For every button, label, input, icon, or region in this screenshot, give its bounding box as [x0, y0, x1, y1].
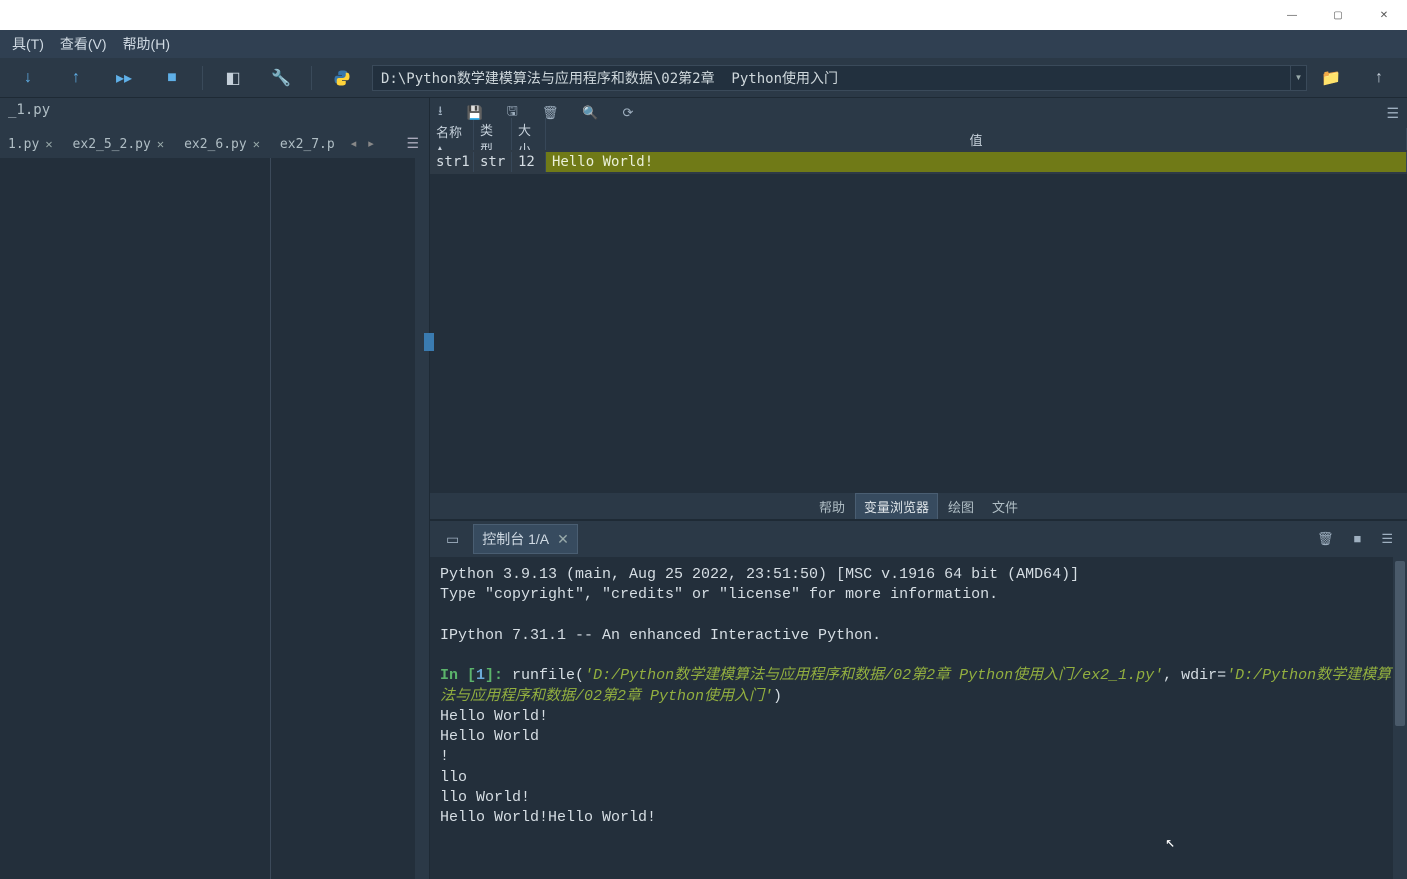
variable-explorer-table: 名称▴ 类型 大小 值 str1 str 12 Hello World! — [430, 128, 1407, 493]
continue-icon[interactable]: ▸▸ — [100, 61, 148, 95]
variable-row[interactable]: str1 str 12 Hello World! — [430, 150, 1407, 174]
menu-tools[interactable]: 具(T) — [4, 30, 52, 58]
variable-toolbar: ⭳ 💾 🖫 🗑 🔍 ⟳ ☰ — [430, 98, 1407, 128]
right-pane-tabs: 帮助 变量浏览器 绘图 文件 — [430, 493, 1407, 519]
variable-name: str1 — [430, 152, 474, 172]
path-dropdown[interactable]: ▼ — [1291, 65, 1307, 91]
col-header-value[interactable]: 值 — [546, 128, 1407, 151]
tab-scroll-right-icon[interactable]: ▸ — [364, 137, 378, 150]
editor-scrollbar[interactable] — [415, 158, 429, 879]
tab-files[interactable]: 文件 — [984, 494, 1026, 519]
main-area: _1.py 1.py ✕ ex2_5_2.py ✕ ex2_6.py ✕ ex2… — [0, 98, 1407, 879]
console-scrollbar[interactable] — [1393, 557, 1407, 879]
main-toolbar: ↓ ↑ ▸▸ ■ ◧ 🔧 ▼ 📁 ↑ — [0, 58, 1407, 98]
scrollbar-thumb[interactable] — [1395, 561, 1405, 726]
console-line: IPython 7.31.1 -- An enhanced Interactiv… — [440, 626, 1397, 646]
search-icon[interactable]: 🔍 — [582, 105, 598, 121]
console-line: Type "copyright", "credits" or "license"… — [440, 585, 1397, 605]
window-maximize-button[interactable]: ▢ — [1315, 0, 1361, 30]
right-pane: ⭳ 💾 🖫 🗑 🔍 ⟳ ☰ 名称▴ 类型 大小 值 str1 str 12 He… — [430, 98, 1407, 879]
console-line: Hello World!Hello World! — [440, 808, 1397, 828]
close-icon[interactable]: ✕ — [157, 137, 164, 151]
wrench-icon[interactable]: 🔧 — [257, 61, 305, 95]
stop-icon[interactable]: ■ — [148, 61, 196, 95]
editor-tab-label: 1.py — [8, 137, 39, 152]
editor-tab-label: ex2_5_2.py — [73, 137, 151, 152]
editor-menu-icon[interactable]: ☰ — [402, 131, 423, 156]
close-icon[interactable]: ✕ — [253, 137, 260, 151]
editor-filename-label: _1.py — [0, 98, 429, 128]
editor-tab[interactable]: ex2_6.py ✕ — [176, 131, 268, 156]
variable-value: Hello World! — [546, 152, 1407, 172]
run-command-mid: , wdir= — [1163, 667, 1226, 684]
console-line: ! — [440, 747, 1397, 767]
console-input-line: In [1]: runfile('D:/Python数学建模算法与应用程序和数据… — [440, 666, 1397, 707]
parent-folder-icon[interactable]: ↑ — [1355, 61, 1403, 95]
working-directory-input[interactable] — [372, 65, 1291, 91]
close-icon[interactable]: ✕ — [557, 531, 569, 548]
menu-help[interactable]: 帮助(H) — [115, 30, 178, 58]
editor-tab[interactable]: ex2_7.p — [272, 131, 343, 156]
editor-content[interactable] — [0, 158, 429, 879]
step-out-icon[interactable]: ↑ — [52, 61, 100, 95]
tab-scroll-left-icon[interactable]: ◂ — [347, 137, 361, 150]
variable-menu-icon[interactable]: ☰ — [1386, 105, 1399, 122]
pane-splitter-handle[interactable] — [424, 333, 434, 351]
prompt-close: ]: — [485, 667, 512, 684]
editor-tab-label: ex2_7.p — [280, 137, 335, 152]
console-line: llo — [440, 768, 1397, 788]
console-tab[interactable]: 控制台 1/A ✕ — [473, 524, 578, 554]
layout-icon[interactable]: ◧ — [209, 61, 257, 95]
prompt-in: In [ — [440, 667, 476, 684]
tab-help[interactable]: 帮助 — [811, 494, 853, 519]
step-into-icon[interactable]: ↓ — [4, 61, 52, 95]
console-section: ▭ 控制台 1/A ✕ 🗑 ■ ☰ Python 3.9.13 (main, A… — [430, 519, 1407, 879]
menu-view[interactable]: 查看(V) — [52, 30, 115, 58]
editor-tab[interactable]: ex2_5_2.py ✕ — [65, 131, 173, 156]
variable-size: 12 — [512, 152, 546, 172]
open-folder-icon[interactable]: 📁 — [1307, 61, 1355, 95]
run-command-pre: runfile( — [512, 667, 584, 684]
toolbar-separator — [311, 66, 312, 90]
console-menu-icon[interactable]: ☰ — [1381, 531, 1393, 547]
menubar: 具(T) 查看(V) 帮助(H) — [0, 30, 1407, 58]
tab-plots[interactable]: 绘图 — [940, 494, 982, 519]
console-line: Python 3.9.13 (main, Aug 25 2022, 23:51:… — [440, 565, 1397, 585]
editor-pane: _1.py 1.py ✕ ex2_5_2.py ✕ ex2_6.py ✕ ex2… — [0, 98, 430, 879]
window-minimize-button[interactable]: — — [1269, 0, 1315, 30]
browse-tabs-icon[interactable]: ▭ — [438, 527, 467, 552]
window-titlebar: — ▢ ✕ — [0, 0, 1407, 30]
run-command-post: ) — [773, 688, 782, 705]
console-output[interactable]: Python 3.9.13 (main, Aug 25 2022, 23:51:… — [430, 557, 1407, 879]
refresh-icon[interactable]: ⟳ — [623, 105, 634, 121]
console-line: llo World! — [440, 788, 1397, 808]
mouse-cursor-icon: ↖ — [1165, 833, 1175, 855]
variable-type: str — [474, 152, 512, 172]
remove-icon[interactable]: 🗑 — [1317, 531, 1334, 547]
editor-tabs: 1.py ✕ ex2_5_2.py ✕ ex2_6.py ✕ ex2_7.p ◂… — [0, 128, 429, 158]
console-line: Hello World! — [440, 707, 1397, 727]
console-line: Hello World — [440, 727, 1397, 747]
interrupt-icon[interactable]: ■ — [1353, 531, 1361, 547]
console-tabs-bar: ▭ 控制台 1/A ✕ 🗑 ■ ☰ — [430, 521, 1407, 557]
editor-tab-label: ex2_6.py — [184, 137, 247, 152]
close-icon[interactable]: ✕ — [45, 137, 52, 151]
editor-tab[interactable]: 1.py ✕ — [0, 131, 61, 156]
prompt-number: 1 — [476, 667, 485, 684]
tab-variable-explorer[interactable]: 变量浏览器 — [855, 493, 938, 520]
python-icon[interactable] — [318, 61, 366, 95]
window-close-button[interactable]: ✕ — [1361, 0, 1407, 30]
run-path: 'D:/Python数学建模算法与应用程序和数据/02第2章 Python使用入… — [584, 667, 1163, 684]
toolbar-separator — [202, 66, 203, 90]
variable-table-header: 名称▴ 类型 大小 值 — [430, 128, 1407, 150]
console-tab-label: 控制台 1/A — [482, 529, 549, 549]
editor-margin-line — [270, 158, 271, 879]
